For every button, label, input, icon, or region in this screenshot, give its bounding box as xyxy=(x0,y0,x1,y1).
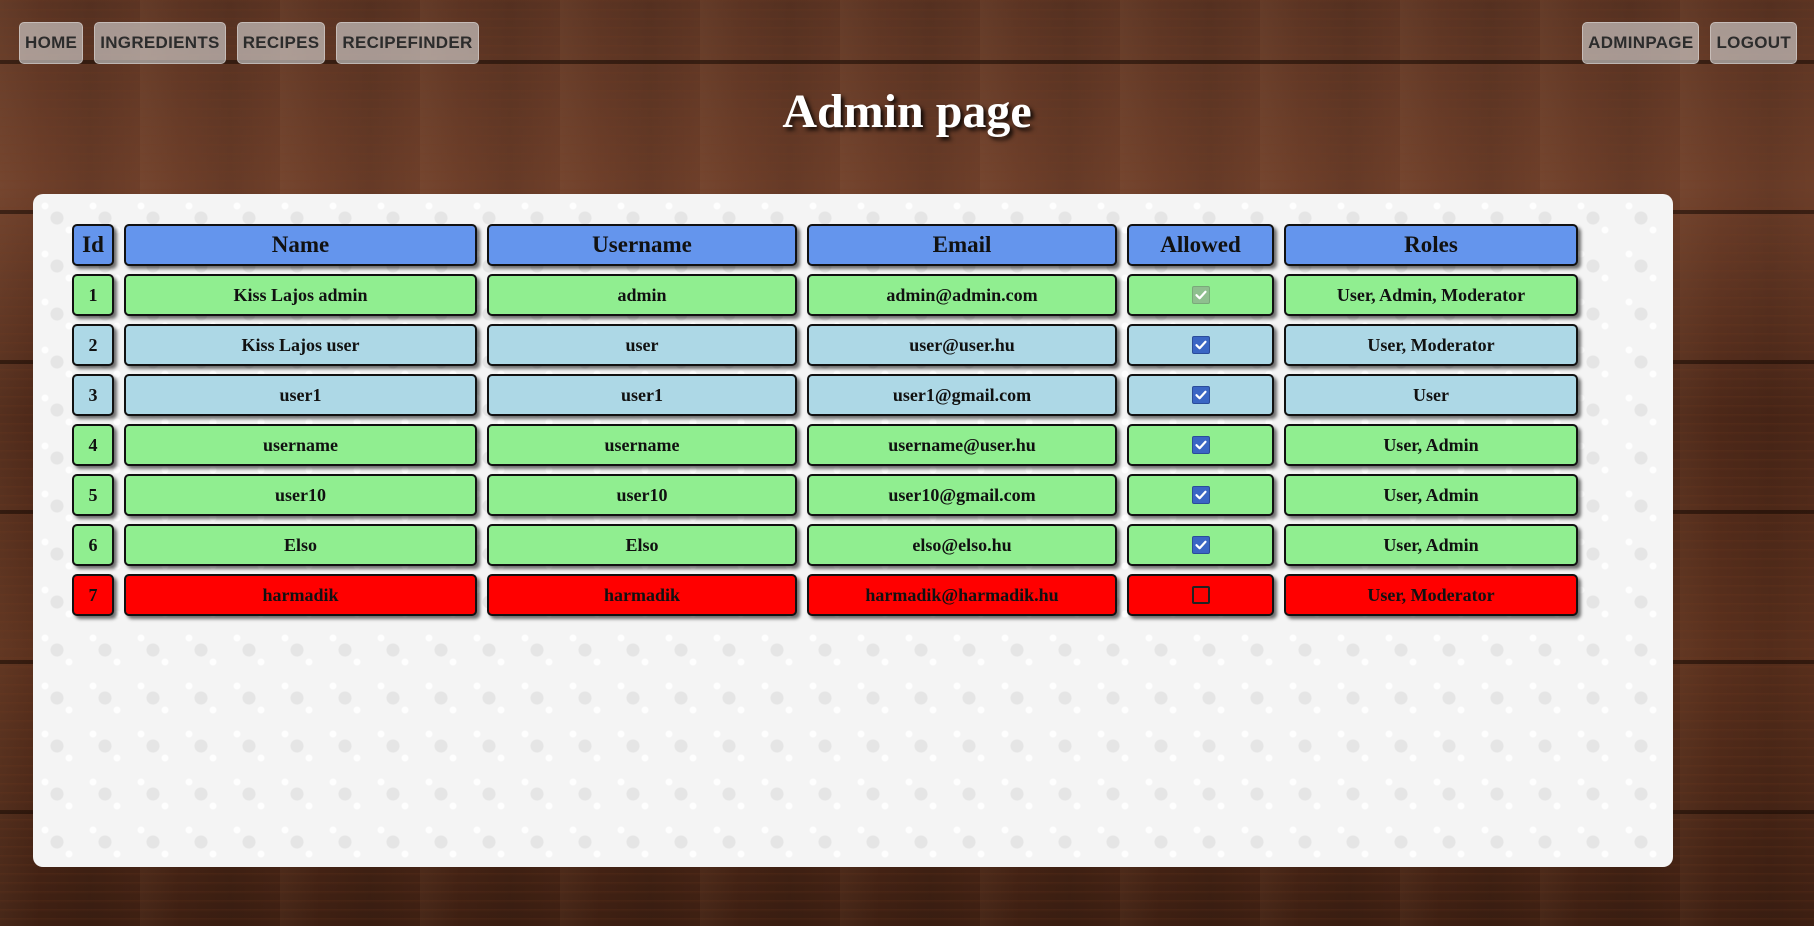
cell-name: user1 xyxy=(124,374,477,416)
cell-id: 6 xyxy=(72,524,114,566)
cell-name: username xyxy=(124,424,477,466)
header-id: Id xyxy=(72,224,114,266)
main-nav: HOME INGREDIENTS RECIPES RECIPEFINDER xyxy=(19,22,479,64)
cell-email: user1@gmail.com xyxy=(807,374,1117,416)
cell-username: admin xyxy=(487,274,797,316)
cell-username: Elso xyxy=(487,524,797,566)
cell-name: Kiss Lajos user xyxy=(124,324,477,366)
cell-roles: User, Moderator xyxy=(1284,574,1578,616)
page-title: Admin page xyxy=(782,85,1032,138)
cell-id: 4 xyxy=(72,424,114,466)
users-table: Id Name Username Email Allowed Roles 1 Ki… xyxy=(72,224,1578,616)
cell-username: user10 xyxy=(487,474,797,516)
cell-name: user10 xyxy=(124,474,477,516)
header-email: Email xyxy=(807,224,1117,266)
checkbox-checked-icon[interactable] xyxy=(1191,436,1210,454)
checkbox-checked-icon[interactable] xyxy=(1191,386,1210,404)
cell-id: 5 xyxy=(72,474,114,516)
cell-id: 3 xyxy=(72,374,114,416)
cell-allowed xyxy=(1127,474,1274,516)
cell-username: user1 xyxy=(487,374,797,416)
cell-allowed xyxy=(1127,574,1274,616)
cell-roles: User, Admin xyxy=(1284,474,1578,516)
header-allowed: Allowed xyxy=(1127,224,1274,266)
cell-name: Elso xyxy=(124,524,477,566)
cell-username: harmadik xyxy=(487,574,797,616)
checkbox-checked-icon[interactable] xyxy=(1191,336,1210,354)
nav-recipefinder-button[interactable]: RECIPEFINDER xyxy=(336,22,479,64)
cell-email: username@user.hu xyxy=(807,424,1117,466)
checkbox-checked-icon xyxy=(1191,286,1210,304)
checkbox-unchecked-icon[interactable] xyxy=(1191,586,1210,604)
nav-home-button[interactable]: HOME xyxy=(19,22,84,64)
cell-roles: User, Moderator xyxy=(1284,324,1578,366)
cell-email: admin@admin.com xyxy=(807,274,1117,316)
cell-allowed xyxy=(1127,524,1274,566)
cell-username: username xyxy=(487,424,797,466)
cell-name: Kiss Lajos admin xyxy=(124,274,477,316)
header-username: Username xyxy=(487,224,797,266)
cell-email: harmadik@harmadik.hu xyxy=(807,574,1117,616)
header-name: Name xyxy=(124,224,477,266)
cell-id: 1 xyxy=(72,274,114,316)
cell-roles: User, Admin, Moderator xyxy=(1284,274,1578,316)
cell-username: user xyxy=(487,324,797,366)
cell-roles: User, Admin xyxy=(1284,424,1578,466)
nav-recipes-button[interactable]: RECIPES xyxy=(236,22,326,64)
cell-id: 2 xyxy=(72,324,114,366)
logout-button[interactable]: LOGOUT xyxy=(1710,22,1797,64)
nav-ingredients-button[interactable]: INGREDIENTS xyxy=(94,22,226,64)
users-panel: Id Name Username Email Allowed Roles 1 Ki… xyxy=(33,194,1673,867)
cell-allowed xyxy=(1127,324,1274,366)
cell-email: elso@elso.hu xyxy=(807,524,1117,566)
cell-id: 7 xyxy=(72,574,114,616)
cell-allowed xyxy=(1127,274,1274,316)
cell-name: harmadik xyxy=(124,574,477,616)
checkbox-checked-icon[interactable] xyxy=(1191,536,1210,554)
user-nav: ADMINPAGE LOGOUT xyxy=(1582,22,1797,64)
checkbox-checked-icon[interactable] xyxy=(1191,486,1210,504)
cell-email: user10@gmail.com xyxy=(807,474,1117,516)
header-roles: Roles xyxy=(1284,224,1578,266)
nav-adminpage-button[interactable]: ADMINPAGE xyxy=(1582,22,1700,64)
cell-allowed xyxy=(1127,374,1274,416)
cell-roles: User xyxy=(1284,374,1578,416)
cell-allowed xyxy=(1127,424,1274,466)
cell-email: user@user.hu xyxy=(807,324,1117,366)
cell-roles: User, Admin xyxy=(1284,524,1578,566)
